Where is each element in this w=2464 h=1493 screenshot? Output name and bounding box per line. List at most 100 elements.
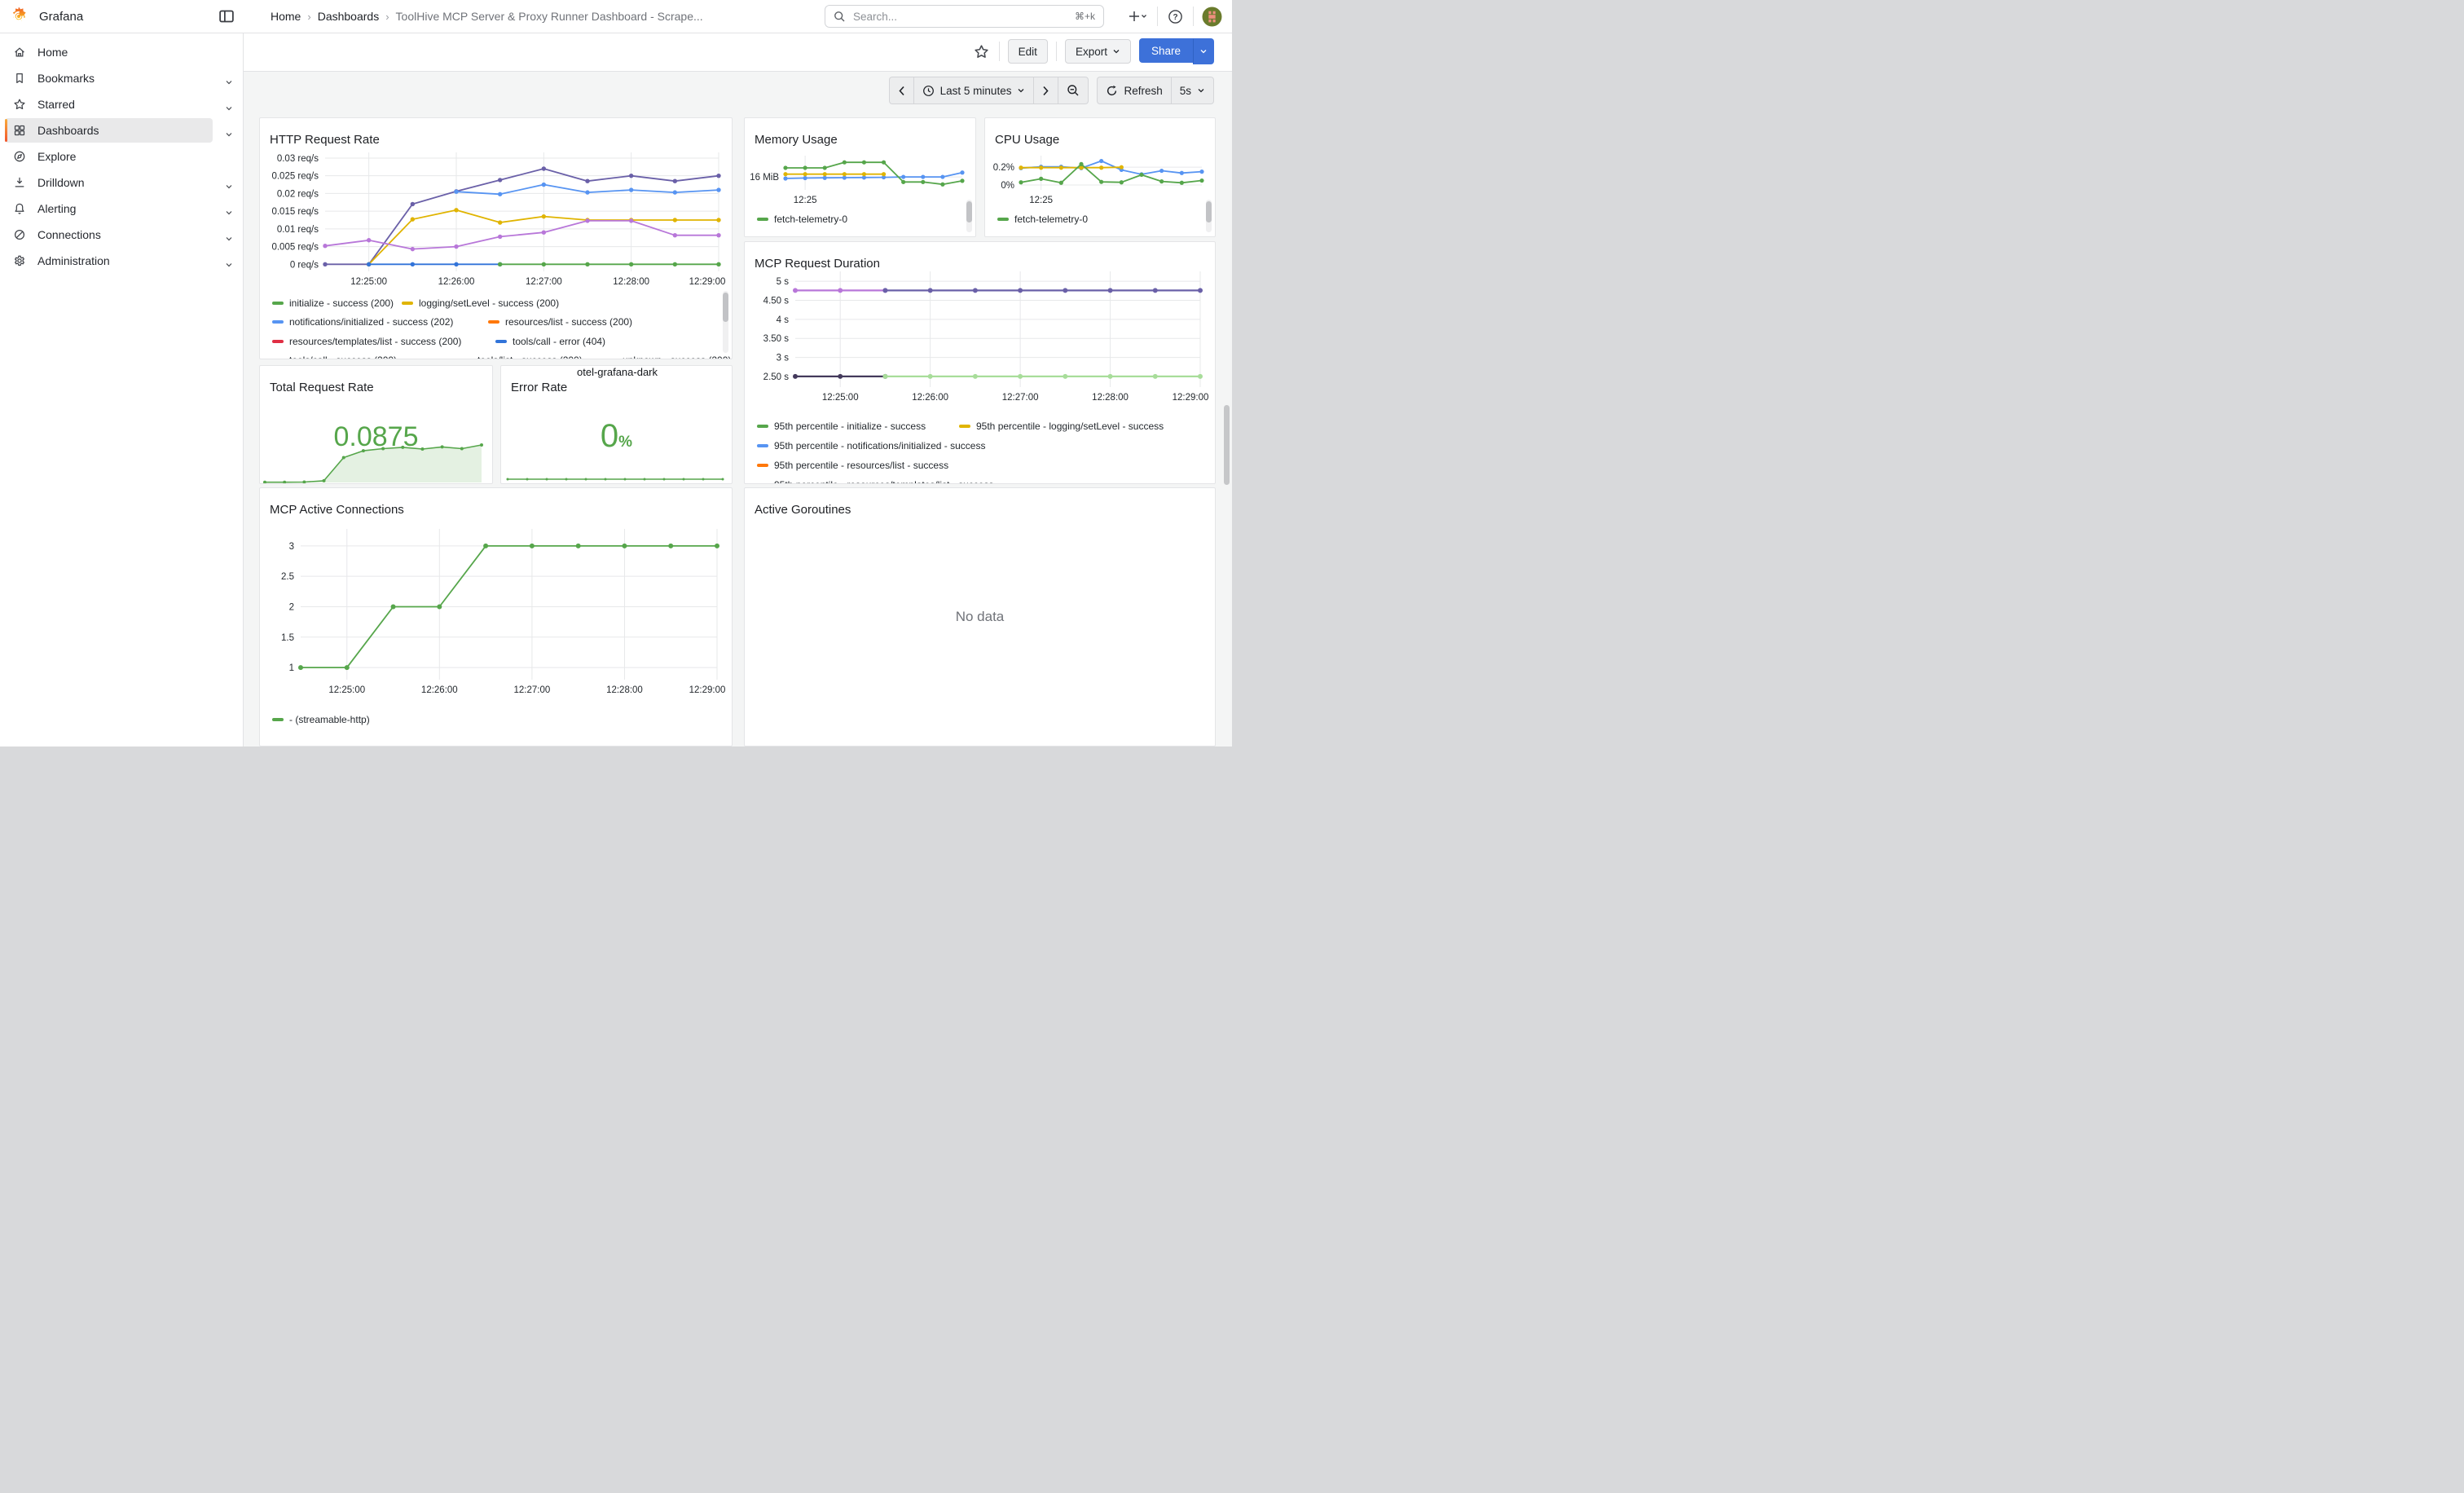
zoom-out-button[interactable] [1058,77,1089,104]
sidebar-item-administration[interactable]: Administration [0,248,243,274]
svg-text:12:25:00: 12:25:00 [328,685,365,695]
legend-item[interactable]: fetch-telemetry-0 [997,213,1088,226]
sidebar-item-connections[interactable]: Connections [0,222,243,248]
legend-item[interactable]: resources/list - success (200) [488,315,632,328]
legend-item[interactable]: fetch-telemetry-0 [757,213,847,226]
legend-item[interactable]: logging/setLevel - success (200) [402,297,559,310]
panel-mcp-active-connections: MCP Active Connections 11.522.5312:25:00… [259,487,733,746]
legend-color-chip [757,464,768,467]
svg-text:5 s: 5 s [777,277,790,287]
sidebar-item-dashboards[interactable]: Dashboards [0,117,243,143]
svg-text:12:26:00: 12:26:00 [421,685,458,695]
svg-text:4.50 s: 4.50 s [763,297,790,306]
chevron-down-icon[interactable] [225,127,233,134]
svg-text:0.2%: 0.2% [993,163,1014,173]
svg-text:0.01 req/s: 0.01 req/s [277,225,319,235]
sidebar: Home BookmarksStarred Dashboards ExploreDri… [0,33,244,746]
chevron-down-icon[interactable] [225,179,233,186]
add-button[interactable] [1126,8,1149,24]
sidebar-toggle-icon[interactable] [218,8,235,24]
favorite-star-icon[interactable] [972,42,991,61]
sidebar-item-drilldown[interactable]: Drilldown [0,170,243,196]
search-box[interactable]: ⌘+k [825,5,1104,28]
refresh-button[interactable]: Refresh [1097,77,1170,104]
sidebar-item-home[interactable]: Home [0,39,243,65]
chevron-down-icon[interactable] [225,258,233,264]
refresh-interval-picker[interactable]: 5s [1171,77,1214,104]
legend-scrollbar[interactable] [723,291,728,353]
legend-item[interactable]: resources/templates/list - success (200) [272,335,461,348]
svg-text:12:27:00: 12:27:00 [1002,393,1039,403]
mcp-active-connections-chart[interactable]: 11.522.5312:25:0012:26:0012:27:0012:28:0… [260,488,732,702]
http-request-rate-chart[interactable]: 0 req/s0.005 req/s0.01 req/s0.015 req/s0… [260,118,732,289]
legend-color-chip [272,302,284,305]
chevron-down-icon[interactable] [225,205,233,212]
cpu-legend: fetch-telemetry-0 [985,209,1215,234]
clock-icon [922,85,935,97]
share-button[interactable]: Share [1139,38,1193,63]
legend-item[interactable]: 95th percentile - resources/list - succe… [757,459,948,472]
legend-item[interactable]: unknown - success (200) [605,354,731,359]
svg-text:12:29:00: 12:29:00 [689,685,726,695]
chevron-down-icon [1017,87,1025,94]
svg-text:12:25:00: 12:25:00 [822,393,859,403]
panel-memory-usage: Memory Usage 16 MiB12:25 fetch-telemetry… [744,117,976,237]
legend-item[interactable]: initialize - success (200) [272,297,394,310]
grafana-logo-icon [8,6,29,27]
search-icon [834,11,845,22]
chevron-down-icon[interactable] [225,101,233,108]
time-shift-forward-button[interactable] [1033,77,1058,104]
cpu-usage-chart[interactable]: 0.2%0%12:25 [985,118,1215,209]
sidebar-item-alerting[interactable]: Alerting [0,196,243,222]
legend-item[interactable]: 95th percentile - initialize - success [757,420,926,433]
memory-usage-chart[interactable]: 16 MiB12:25 [745,118,975,209]
sidebar-item-label: Home [37,46,68,59]
page-scrollbar[interactable] [1224,405,1230,485]
legend-item[interactable]: tools/call - success (200) [272,354,397,359]
svg-text:0.03 req/s: 0.03 req/s [277,154,319,164]
breadcrumb-dashboards[interactable]: Dashboards [318,10,380,23]
breadcrumb-separator: › [385,11,389,23]
drilldown-icon [13,176,26,189]
legend-item[interactable]: 95th percentile - notifications/initiali… [757,439,985,452]
legend-item[interactable]: 95th percentile - logging/setLevel - suc… [959,420,1164,433]
legend-color-chip [402,302,413,305]
search-input[interactable] [851,10,1068,24]
brand-name: Grafana [39,10,83,24]
legend-item[interactable]: tools/call - error (404) [495,335,605,348]
export-button[interactable]: Export [1065,39,1131,64]
edit-button[interactable]: Edit [1008,39,1048,64]
breadcrumb-home[interactable]: Home [271,10,301,23]
refresh-icon [1106,85,1118,97]
sidebar-item-label: Administration [37,254,110,267]
legend-item[interactable]: tools/list - success (200) [460,354,583,359]
time-shift-back-button[interactable] [889,77,913,104]
user-avatar[interactable] [1202,7,1222,27]
svg-text:12:25:00: 12:25:00 [350,277,387,287]
legend-scrollbar[interactable] [1206,200,1212,232]
legend-item[interactable]: notifications/initialized - success (202… [272,315,453,328]
sidebar-item-bookmarks[interactable]: Bookmarks [0,65,243,91]
dashboard-canvas: Last 5 minutes Re [244,71,1232,746]
chevron-down-icon[interactable] [225,231,233,238]
svg-text:2.5: 2.5 [281,572,294,582]
legend-item[interactable]: 95th percentile - resources/templates/li… [757,478,993,483]
svg-text:12:28:00: 12:28:00 [606,685,643,695]
sidebar-item-starred[interactable]: Starred [0,91,243,117]
brand[interactable]: Grafana [0,6,171,27]
help-icon[interactable]: ? [1166,7,1185,26]
duration-legend: 95th percentile - initialize - success 95… [745,413,1215,483]
sidebar-item-label: Dashboards [37,124,99,137]
chevron-down-icon[interactable] [225,75,233,81]
mcp-request-duration-chart[interactable]: 5 s4.50 s4 s3.50 s3 s2.50 s12:25:0012:26… [745,242,1215,408]
time-range-picker[interactable]: Last 5 minutes [913,77,1034,104]
share-menu-chevron[interactable] [1193,38,1214,64]
plug-icon [13,228,26,241]
sidebar-item-label: Alerting [37,202,76,215]
svg-text:12:26:00: 12:26:00 [438,277,475,287]
legend-item[interactable]: - (streamable-http) [272,713,370,726]
legend-scrollbar[interactable] [966,200,972,232]
svg-text:1: 1 [289,663,294,673]
panel-cpu-usage: CPU Usage 0.2%0%12:25 fetch-telemetry-0 [984,117,1216,237]
sidebar-item-explore[interactable]: Explore [0,143,243,170]
